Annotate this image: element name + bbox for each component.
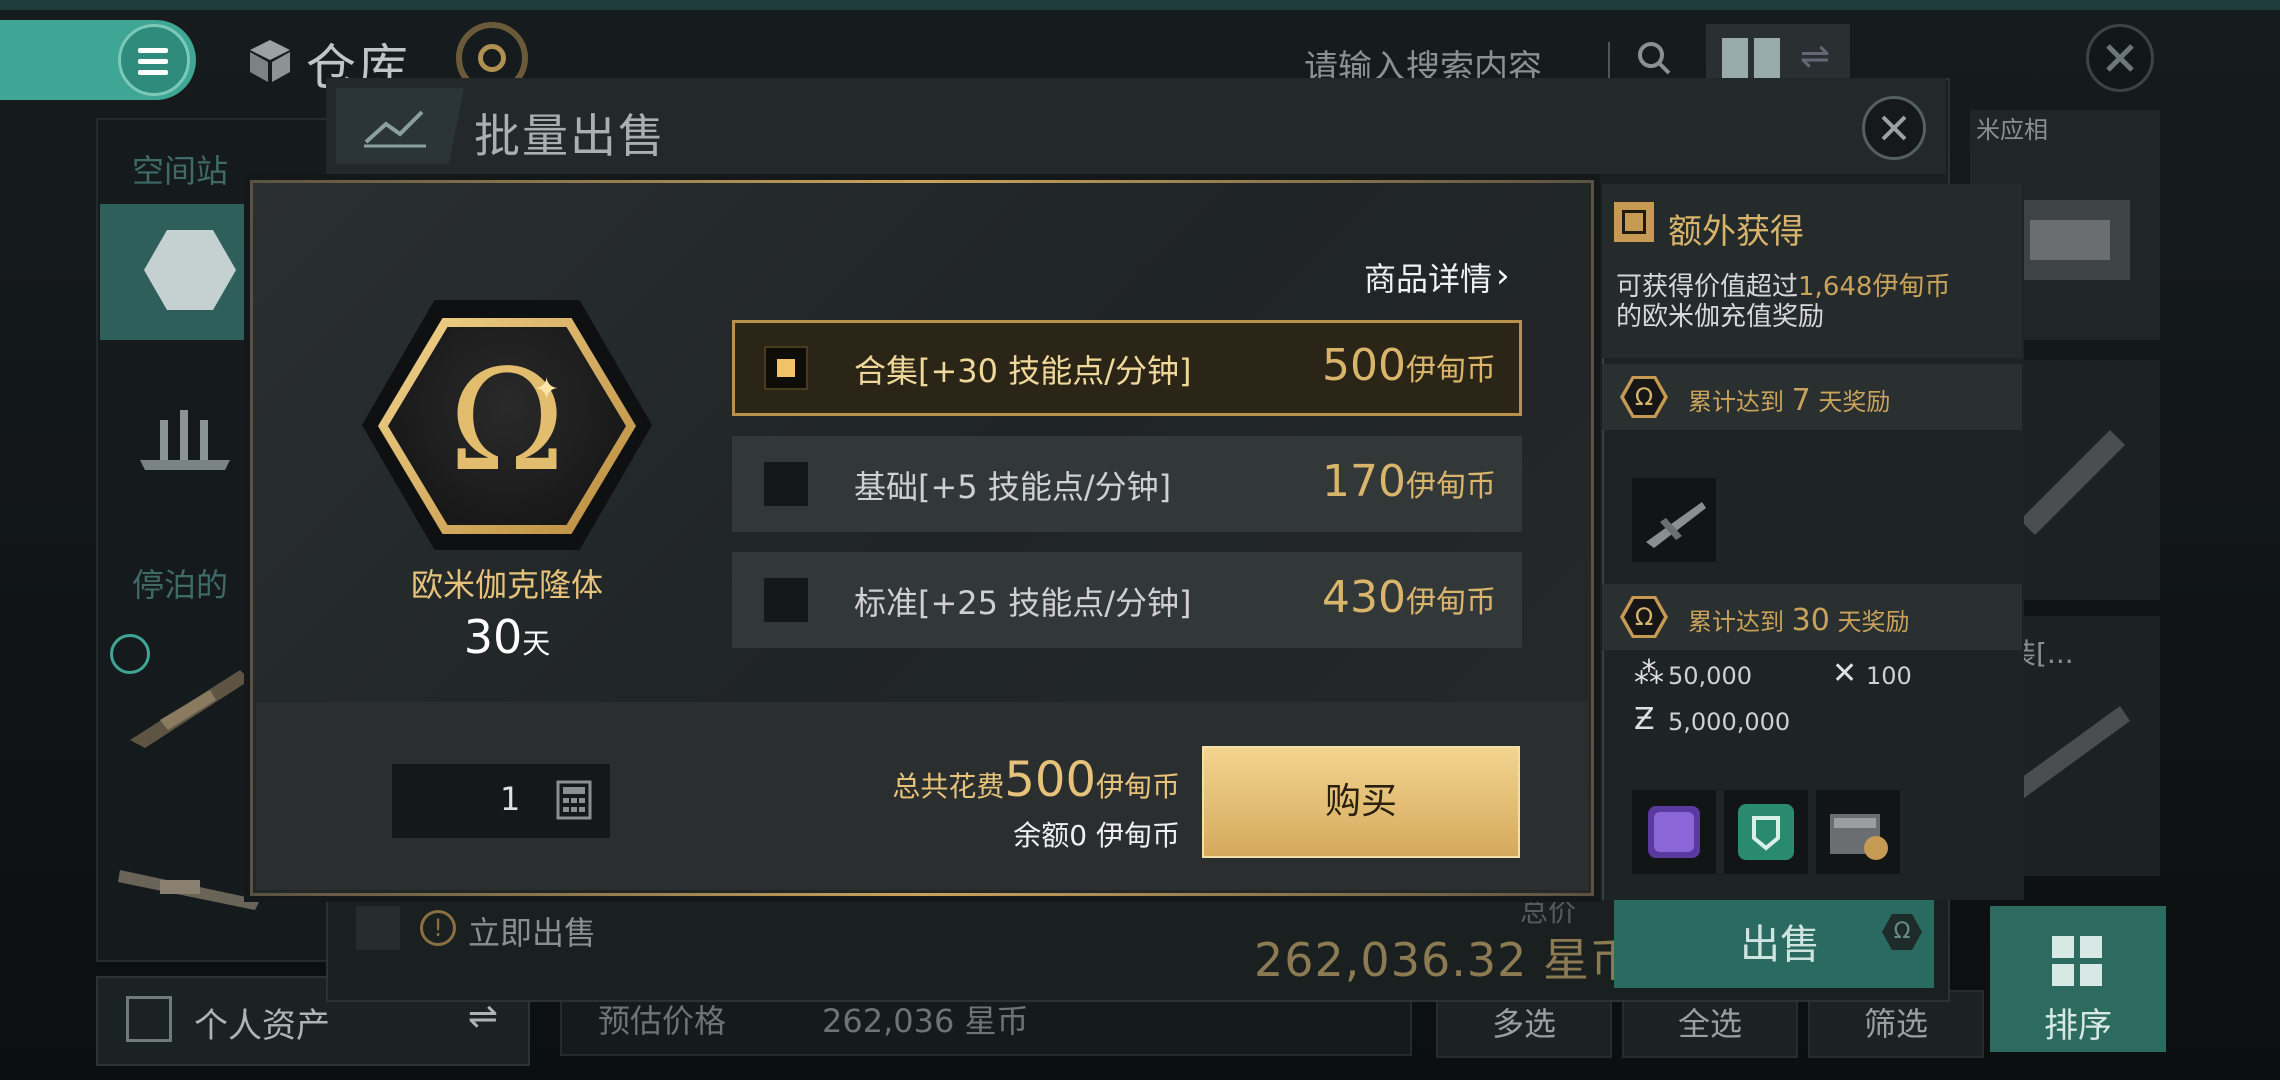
reward-ship-slot[interactable] <box>1632 478 1716 562</box>
crystal-icon <box>1648 806 1700 858</box>
quantity-value[interactable]: 1 <box>500 780 520 818</box>
buy-button[interactable]: 购买 <box>1202 746 1520 858</box>
option-label: 合集[+30 技能点/分钟] <box>854 352 1192 390</box>
tier-label: 累计达到 30 天奖励 <box>1688 603 1910 638</box>
close-icon <box>1881 115 1907 141</box>
switch-icon: ⇌ <box>1800 36 1831 77</box>
quick-sell-checkbox[interactable] <box>356 906 400 950</box>
tier-label: 累计达到 7 天奖励 <box>1688 383 1891 418</box>
product-details-link[interactable]: 商品详情 <box>1364 254 1492 300</box>
crate-icon <box>1830 814 1888 860</box>
option-price: 430伊甸币 <box>1322 572 1496 623</box>
option-standard[interactable]: 标准[+25 技能点/分钟] 430伊甸币 <box>732 552 1522 648</box>
sort-grid-icon <box>2052 936 2102 986</box>
close-batch-sale-button[interactable] <box>1862 96 1926 160</box>
gun-icon[interactable] <box>110 850 270 920</box>
gift-icon <box>1614 202 1654 242</box>
batch-sale-icon-box <box>336 88 464 164</box>
omega-icon: Ω <box>448 340 566 503</box>
option-label: 基础[+5 技能点/分钟] <box>854 468 1172 506</box>
total-cost: 总共花费500伊甸币 <box>892 752 1180 808</box>
reward-badge-slot[interactable] <box>1724 790 1808 874</box>
close-icon <box>2106 44 2134 72</box>
duration-value: 30 <box>463 610 523 664</box>
extra-rewards-desc-line2: 的欧米伽充值奖励 <box>1616 302 1825 332</box>
item-name: 欧米伽克隆体 <box>410 566 603 604</box>
balance-text: 余额0 伊甸币 <box>1013 819 1180 852</box>
duration-unit: 天 <box>522 627 551 660</box>
omega-hex-icon <box>1620 596 1668 638</box>
safe-icon <box>126 996 172 1042</box>
grid-icon <box>1722 38 1748 82</box>
option-price: 500伊甸币 <box>1322 340 1496 391</box>
tier-30-days: 累计达到 30 天奖励 <box>1602 584 2022 650</box>
omega-hex-icon: Ω <box>1882 914 1922 950</box>
weapon-icon[interactable] <box>120 660 260 750</box>
option-radio-selected[interactable] <box>764 346 808 390</box>
x-icon: ✕ <box>1832 656 1858 691</box>
ship-icon[interactable] <box>130 400 240 480</box>
category-docked[interactable]: 停泊的 <box>132 560 228 606</box>
extra-rewards-title: 额外获得 <box>1668 212 1804 252</box>
option-radio[interactable] <box>764 462 808 506</box>
resource-value: 5,000,000 <box>1668 708 1791 736</box>
menu-icon <box>138 48 168 81</box>
chart-trend-icon <box>364 110 426 148</box>
gold-top-line <box>250 180 1594 183</box>
sort-label: 排序 <box>2044 1006 2112 1046</box>
resource-value: 50,000 <box>1668 662 1752 690</box>
personal-assets-label: 个人资产 <box>194 1006 330 1046</box>
calculator-icon[interactable] <box>556 780 592 820</box>
quick-sell-label: 立即出售 <box>468 914 597 952</box>
option-price: 170伊甸币 <box>1322 456 1496 507</box>
chevron-right-icon[interactable]: › <box>1496 256 1510 296</box>
resource-value: 100 <box>1866 662 1912 690</box>
item-duration: 30天 <box>362 610 652 664</box>
option-collection[interactable]: 合集[+30 技能点/分钟] 500伊甸币 <box>732 320 1522 416</box>
gold-bottom-line <box>250 893 1594 896</box>
ship-icon <box>1646 502 1706 548</box>
cube-icon <box>250 40 290 82</box>
total-value: 262,036.32 星币 <box>1254 933 1637 987</box>
swap-icon: ⇌ <box>467 996 498 1037</box>
ammo-icon: ⁂ <box>1634 656 1664 691</box>
search-icon[interactable] <box>1636 40 1672 76</box>
close-warehouse-button[interactable] <box>2086 24 2154 92</box>
reward-crate-slot[interactable] <box>1816 790 1900 874</box>
shield-icon <box>1738 804 1794 860</box>
search-divider <box>1608 42 1610 78</box>
station-icon <box>144 230 236 310</box>
warning-icon: ! <box>420 910 456 946</box>
option-radio[interactable] <box>764 578 808 622</box>
estimate-label: 预估价格 <box>598 1002 727 1040</box>
option-basic[interactable]: 基础[+5 技能点/分钟] 170伊甸币 <box>732 436 1522 532</box>
item-card-label: 米应相 <box>1976 116 2048 144</box>
top-strip <box>0 0 2280 10</box>
batch-sale-title: 批量出售 <box>474 109 666 163</box>
reward-crystal-slot[interactable] <box>1632 790 1716 874</box>
tier-7-days: 累计达到 7 天奖励 <box>1602 364 2022 430</box>
sell-label: 出售 <box>1740 922 1820 968</box>
estimate-value: 262,036 星币 <box>822 1002 1029 1040</box>
z-icon: Ƶ <box>1634 702 1655 737</box>
omega-hex-icon <box>1620 376 1668 418</box>
sell-button[interactable]: 出售 Ω <box>1614 892 1934 988</box>
sparkle-icon: ✦ <box>534 372 560 407</box>
option-label: 标准[+25 技能点/分钟] <box>854 584 1192 622</box>
main-menu-button[interactable] <box>0 20 196 100</box>
sort-button[interactable]: 排序 <box>1990 906 2166 1052</box>
category-station[interactable]: 空间站 <box>132 146 228 192</box>
